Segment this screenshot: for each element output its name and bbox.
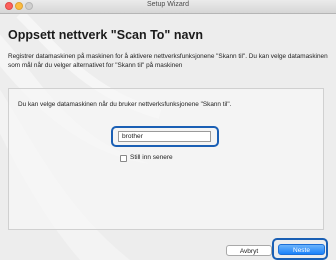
next-button[interactable]: Neste — [278, 244, 325, 255]
setup-wizard-window: Setup Wizard Oppsett nettverk "Scan To" … — [0, 0, 336, 260]
set-later-label[interactable]: Still inn senere — [130, 154, 173, 161]
window-title: Setup Wizard — [146, 1, 190, 8]
set-later-checkbox[interactable] — [120, 155, 127, 162]
scan-to-name-input[interactable] — [118, 131, 211, 142]
page-description: Registrer datamaskinen på maskinen for å… — [8, 53, 328, 69]
cancel-button[interactable]: Avbryt — [226, 245, 272, 256]
panel-instruction-text: Du kan velge datamaskinen når du bruker … — [18, 101, 232, 108]
title-bar[interactable]: Setup Wizard — [0, 0, 336, 14]
page-title: Oppsett nettverk "Scan To" navn — [8, 28, 203, 42]
